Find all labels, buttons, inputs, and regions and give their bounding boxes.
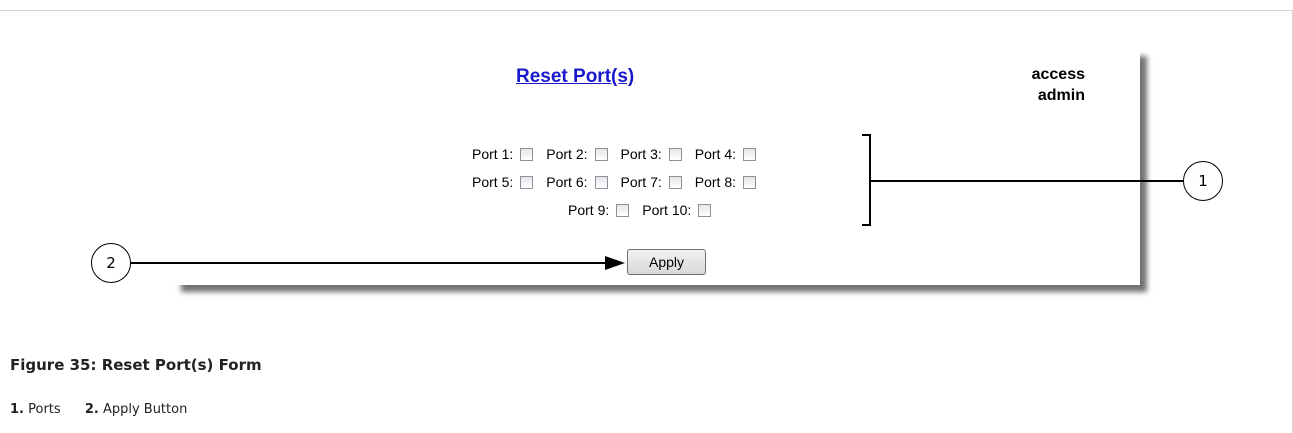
- port-item-4: Port 4:: [695, 146, 756, 162]
- port-row-2: Port 5: Port 6: Port 7: Port 8:: [472, 174, 769, 190]
- port-label: Port 5:: [472, 174, 514, 190]
- port-9-checkbox[interactable]: [616, 203, 630, 217]
- port-item-8: Port 8:: [695, 174, 756, 190]
- callout-2-leader-line: [131, 262, 617, 264]
- legend-number: 2.: [84, 402, 99, 417]
- port-label: Port 10:: [642, 202, 692, 218]
- callout-1: 1: [1183, 161, 1223, 201]
- port-3-checkbox[interactable]: [668, 147, 682, 161]
- port-7-checkbox[interactable]: [668, 175, 682, 189]
- port-1-checkbox[interactable]: [520, 147, 534, 161]
- port-label: Port 3:: [620, 146, 662, 162]
- port-4-checkbox[interactable]: [743, 147, 756, 161]
- port-label: Port 8:: [694, 174, 736, 190]
- legend-item-1: 1. Ports: [10, 402, 61, 417]
- port-item-7: Port 7:: [621, 174, 682, 190]
- reset-ports-title-link[interactable]: Reset Port(s): [516, 66, 634, 88]
- port-item-10: Port 10:: [642, 202, 712, 218]
- port-label: Port 9:: [568, 202, 610, 218]
- legend-text: Ports: [28, 402, 61, 417]
- legend-item-2: 2. Apply Button: [85, 402, 188, 417]
- legend-text: Apply Button: [102, 402, 188, 417]
- figure-caption: Figure 35: Reset Port(s) Form: [10, 356, 262, 374]
- user-info: access admin: [945, 64, 1085, 106]
- port-5-checkbox[interactable]: [520, 175, 534, 189]
- port-item-9: Port 9:: [568, 202, 630, 218]
- port-item-6: Port 6:: [546, 174, 608, 190]
- port-2-checkbox[interactable]: [594, 147, 608, 161]
- port-6-checkbox[interactable]: [594, 175, 608, 189]
- port-10-checkbox[interactable]: [698, 203, 712, 217]
- arrow-right-icon: [605, 256, 625, 270]
- port-row-1: Port 1: Port 2: Port 3: Port 4:: [472, 146, 769, 162]
- figure-legend: 1. Ports 2. Apply Button: [10, 402, 207, 417]
- apply-button[interactable]: Apply: [627, 249, 706, 275]
- port-item-1: Port 1:: [472, 146, 534, 162]
- port-item-3: Port 3:: [621, 146, 682, 162]
- port-item-2: Port 2:: [546, 146, 608, 162]
- port-row-3: Port 9: Port 10:: [568, 202, 724, 218]
- port-label: Port 6:: [546, 174, 588, 190]
- port-label: Port 1:: [472, 146, 514, 162]
- username-label: admin: [1037, 87, 1085, 104]
- callout-2: 2: [91, 243, 131, 283]
- callout-1-leader-line: [870, 180, 1183, 182]
- access-label: access: [1031, 66, 1085, 83]
- port-label: Port 4:: [694, 146, 736, 162]
- port-item-5: Port 5:: [472, 174, 534, 190]
- port-label: Port 7:: [620, 174, 662, 190]
- port-8-checkbox[interactable]: [743, 175, 756, 189]
- legend-number: 1.: [10, 402, 24, 417]
- port-label: Port 2:: [546, 146, 588, 162]
